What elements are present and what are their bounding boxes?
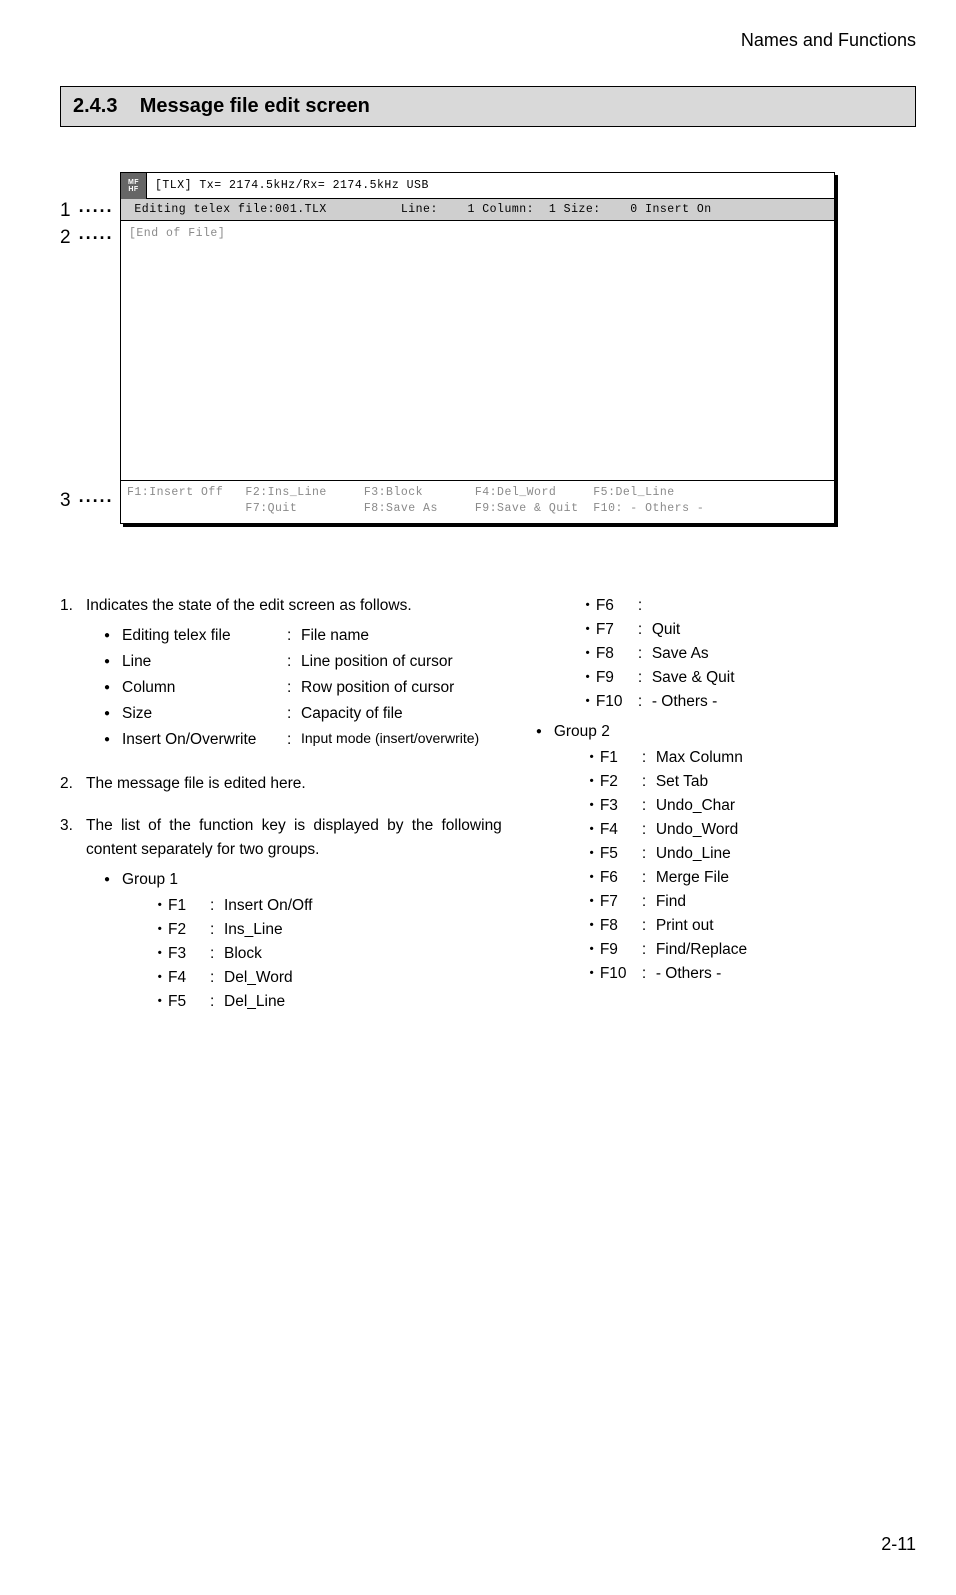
callout-1: 1 xyxy=(60,200,71,222)
desc-item-3: 3. The list of the function key is displ… xyxy=(60,814,502,1016)
mfhf-icon: MF HF xyxy=(121,173,147,199)
item1-intro: Indicates the state of the edit screen a… xyxy=(86,597,412,614)
fn-row-2: F7:Quit F8:Save As F9:Save & Quit F10: -… xyxy=(127,501,828,517)
screen-figure: 1····· 2····· 3····· MF HF [TLX] Tx= 217… xyxy=(120,172,916,524)
item3-intro: The list of the function key is displaye… xyxy=(86,817,502,858)
screen-title-text: [TLX] Tx= 2174.5kHz/Rx= 2174.5kHz USB xyxy=(147,179,834,192)
screen-status-bar: Editing telex file:001.TLX Line: 1 Colum… xyxy=(121,199,834,221)
callout-3: 3 xyxy=(60,490,71,512)
group2-keys: F1:Max Column F2:Set Tab F3:Undo_Char F4… xyxy=(554,746,916,986)
desc-item-1: 1. Indicates the state of the edit scree… xyxy=(60,594,502,754)
dotted-leader-icon: ····· xyxy=(79,491,114,512)
column-left: 1. Indicates the state of the edit scree… xyxy=(60,594,502,1034)
column-right: F6: F7:Quit F8:Save As F9:Save & Quit F1… xyxy=(532,594,916,1034)
editor-screen: MF HF [TLX] Tx= 2174.5kHz/Rx= 2174.5kHz … xyxy=(120,172,835,524)
dotted-leader-icon: ····· xyxy=(79,228,114,249)
screen-function-keys: F1:Insert Off F2:Ins_Line F3:Block F4:De… xyxy=(121,481,834,523)
item2-text: The message file is edited here. xyxy=(86,775,306,792)
group2-container: Group 2 F1:Max Column F2:Set Tab F3:Undo… xyxy=(532,720,916,986)
description-columns: 1. Indicates the state of the edit scree… xyxy=(60,594,916,1034)
item3-list: Group 1 F1:Insert On/Off F2:Ins_Line F3:… xyxy=(86,868,502,1014)
screen-edit-area: [End of File] xyxy=(121,221,834,481)
callout-2: 2 xyxy=(60,227,71,249)
page-header: Names and Functions xyxy=(60,30,916,51)
page-number: 2-11 xyxy=(881,1534,916,1555)
section-title: Message file edit screen xyxy=(140,95,370,117)
section-heading: 2.4.3 Message file edit screen xyxy=(60,86,916,127)
desc-item-2: 2. The message file is edited here. xyxy=(60,772,502,796)
group2-label: Group 2 xyxy=(554,723,610,740)
screen-title-bar: MF HF [TLX] Tx= 2174.5kHz/Rx= 2174.5kHz … xyxy=(121,173,834,199)
dotted-leader-icon: ····· xyxy=(79,201,114,222)
group1-label: Group 1 xyxy=(122,871,178,888)
group1-keys-continued: F6: F7:Quit F8:Save As F9:Save & Quit F1… xyxy=(532,594,916,714)
fn-row-1: F1:Insert Off F2:Ins_Line F3:Block F4:De… xyxy=(127,485,828,501)
section-number: 2.4.3 xyxy=(73,95,117,117)
item1-list: Editing telex file:File name Line:Line p… xyxy=(86,624,502,752)
group1-keys: F1:Insert On/Off F2:Ins_Line F3:Block F4… xyxy=(122,894,502,1014)
